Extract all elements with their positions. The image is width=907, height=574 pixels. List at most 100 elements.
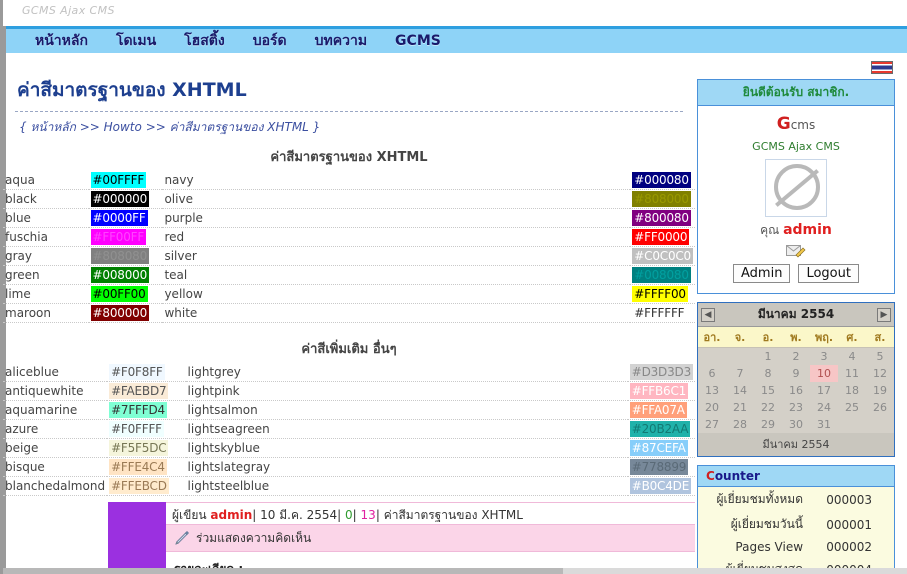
welcome-line: คุณ admin [702,221,890,240]
color-swatch: #FFFF00 [630,284,695,304]
horizontal-scrollbar-thumb[interactable] [3,568,563,574]
thai-flag-icon[interactable] [871,61,893,74]
color-name: beige [3,438,108,458]
counter-panel: Counter ผู้เยี่ยมชมทั้งหมด 000003 ผู้เยี่ย… [697,465,895,574]
calendar-day[interactable]: 21 [726,399,754,416]
nav-item-hosting[interactable]: โฮสติ้ง [170,30,239,52]
comment-count[interactable]: 0 [345,508,353,522]
counter-label: ผู้เยี่ยมชมทั้งหมด [716,492,804,506]
chevron-right-icon[interactable]: ▶ [877,307,891,322]
calendar-day[interactable]: 2 [782,348,810,366]
color-swatch: #00FF00 [88,284,163,304]
logout-button[interactable]: Logout [798,264,859,283]
admin-button[interactable]: Admin [733,264,791,283]
nav-item-article[interactable]: บทความ [301,30,381,52]
calendar-day[interactable]: 1 [754,348,782,366]
calendar-day[interactable]: 11 [838,365,866,382]
calendar-day[interactable]: 25 [838,399,866,416]
calendar-day[interactable]: 23 [782,399,810,416]
calendar-day[interactable]: 14 [726,382,754,399]
color-name: blue [3,208,89,228]
color-name: silver [162,246,631,266]
counter-row: Pages View 000002 [698,537,894,557]
standard-colors-table: ค่าสีมาตรฐานของ XHTML aqua #00FFFF navy #00… [3,141,695,323]
calendar-day[interactable]: 19 [866,382,894,399]
calendar-day[interactable]: 12 [866,365,894,382]
color-swatch: #FFFFFF [630,303,695,323]
calendar-day-today[interactable]: 10 [810,365,838,382]
calendar-day[interactable]: 27 [698,416,726,433]
pencil-icon [174,530,190,546]
calendar-day[interactable]: 15 [754,382,782,399]
color-swatch: #7FFFD4 [107,400,186,420]
table-row: maroon #800000 white #FFFFFF [3,303,695,323]
counter-label: Pages View [735,540,804,554]
calendar-day[interactable]: 5 [866,348,894,366]
table-row: bisque #FFE4C4 lightslategray #778899 [3,457,695,477]
color-name: aquamarine [3,400,108,420]
calendar-day[interactable]: 31 [810,416,838,433]
calendar-weekday: ส. [866,327,894,348]
chevron-left-icon[interactable]: ◀ [701,307,715,322]
color-name: yellow [162,284,631,304]
color-swatch: #FFEBCD [107,476,186,496]
nav-item-home[interactable]: หน้าหลัก [21,30,102,52]
add-comment-label[interactable]: ร่วมแสดงความคิดเห็น [196,529,311,548]
meta-sep-4: | [375,508,380,522]
calendar-day[interactable]: 26 [866,399,894,416]
greeting-label: คุณ [760,223,780,237]
calendar-day-empty [726,348,754,366]
calendar-footer: มีนาคม 2554 [698,433,894,456]
author-name[interactable]: admin [210,508,252,522]
table-row: gray #808080 silver #C0C0C0 [3,246,695,266]
calendar-day[interactable]: 30 [782,416,810,433]
calendar-week-row: 27 28 29 30 31 [698,416,894,433]
calendar-day[interactable]: 18 [838,382,866,399]
nav-item-board[interactable]: บอร์ด [239,30,301,52]
nav-item-gcms[interactable]: GCMS [381,33,455,49]
table-row: black #000000 olive #808000 [3,189,695,209]
calendar-weekday: อา. [698,327,726,348]
color-name: lightseagreen [185,419,628,439]
decor-purple-bar [108,502,166,574]
color-swatch: #808000 [630,189,695,209]
breadcrumb-item-howto[interactable]: Howto [104,120,142,134]
view-count[interactable]: 13 [361,508,376,522]
calendar-day[interactable]: 4 [838,348,866,366]
gcms-logo-cms: cms [790,118,816,132]
calendar-day[interactable]: 7 [726,365,754,382]
calendar-weekday: จ. [726,327,754,348]
color-name: azure [3,419,108,439]
calendar-day[interactable]: 8 [754,365,782,382]
calendar-day[interactable]: 24 [810,399,838,416]
color-name: olive [162,189,631,209]
counter-row: ผู้เยี่ยมชมวันนี้ 000001 [698,512,894,537]
color-swatch: #00FFFF [88,171,163,190]
extra-colors-caption: ค่าสีเพิ่มเติม อื่นๆ [301,342,397,357]
color-swatch: #800080 [630,208,695,228]
color-swatch: #FFE4C4 [107,457,186,477]
member-buttons: Admin Logout [702,264,890,285]
calendar-day[interactable]: 28 [726,416,754,433]
breadcrumb-item-home[interactable]: หน้าหลัก [30,120,75,134]
color-swatch: #F0F8FF [107,363,186,382]
calendar-day[interactable]: 16 [782,382,810,399]
color-swatch: #F5F5DC [107,438,186,458]
calendar-day[interactable]: 20 [698,399,726,416]
calendar-day[interactable]: 22 [754,399,782,416]
calendar-day[interactable]: 6 [698,365,726,382]
calendar-day[interactable]: 13 [698,382,726,399]
sidebar: ยินดีต้อนรับ สมาชิก. Gcms GCMS Ajax CMS … [697,79,895,574]
mail-edit-icon[interactable] [786,244,806,258]
color-swatch: #000080 [630,171,695,190]
horizontal-scrollbar[interactable] [3,568,907,574]
color-name: lightslategray [185,457,628,477]
color-name: green [3,265,89,285]
site-logo-text: GCMS Ajax CMS [22,4,115,17]
calendar-day[interactable]: 17 [810,382,838,399]
calendar-day[interactable]: 3 [810,348,838,366]
calendar-day[interactable]: 29 [754,416,782,433]
add-comment-row[interactable]: ร่วมแสดงความคิดเห็น [166,525,695,552]
nav-item-domain[interactable]: โดเมน [102,30,170,52]
calendar-day[interactable]: 9 [782,365,810,382]
